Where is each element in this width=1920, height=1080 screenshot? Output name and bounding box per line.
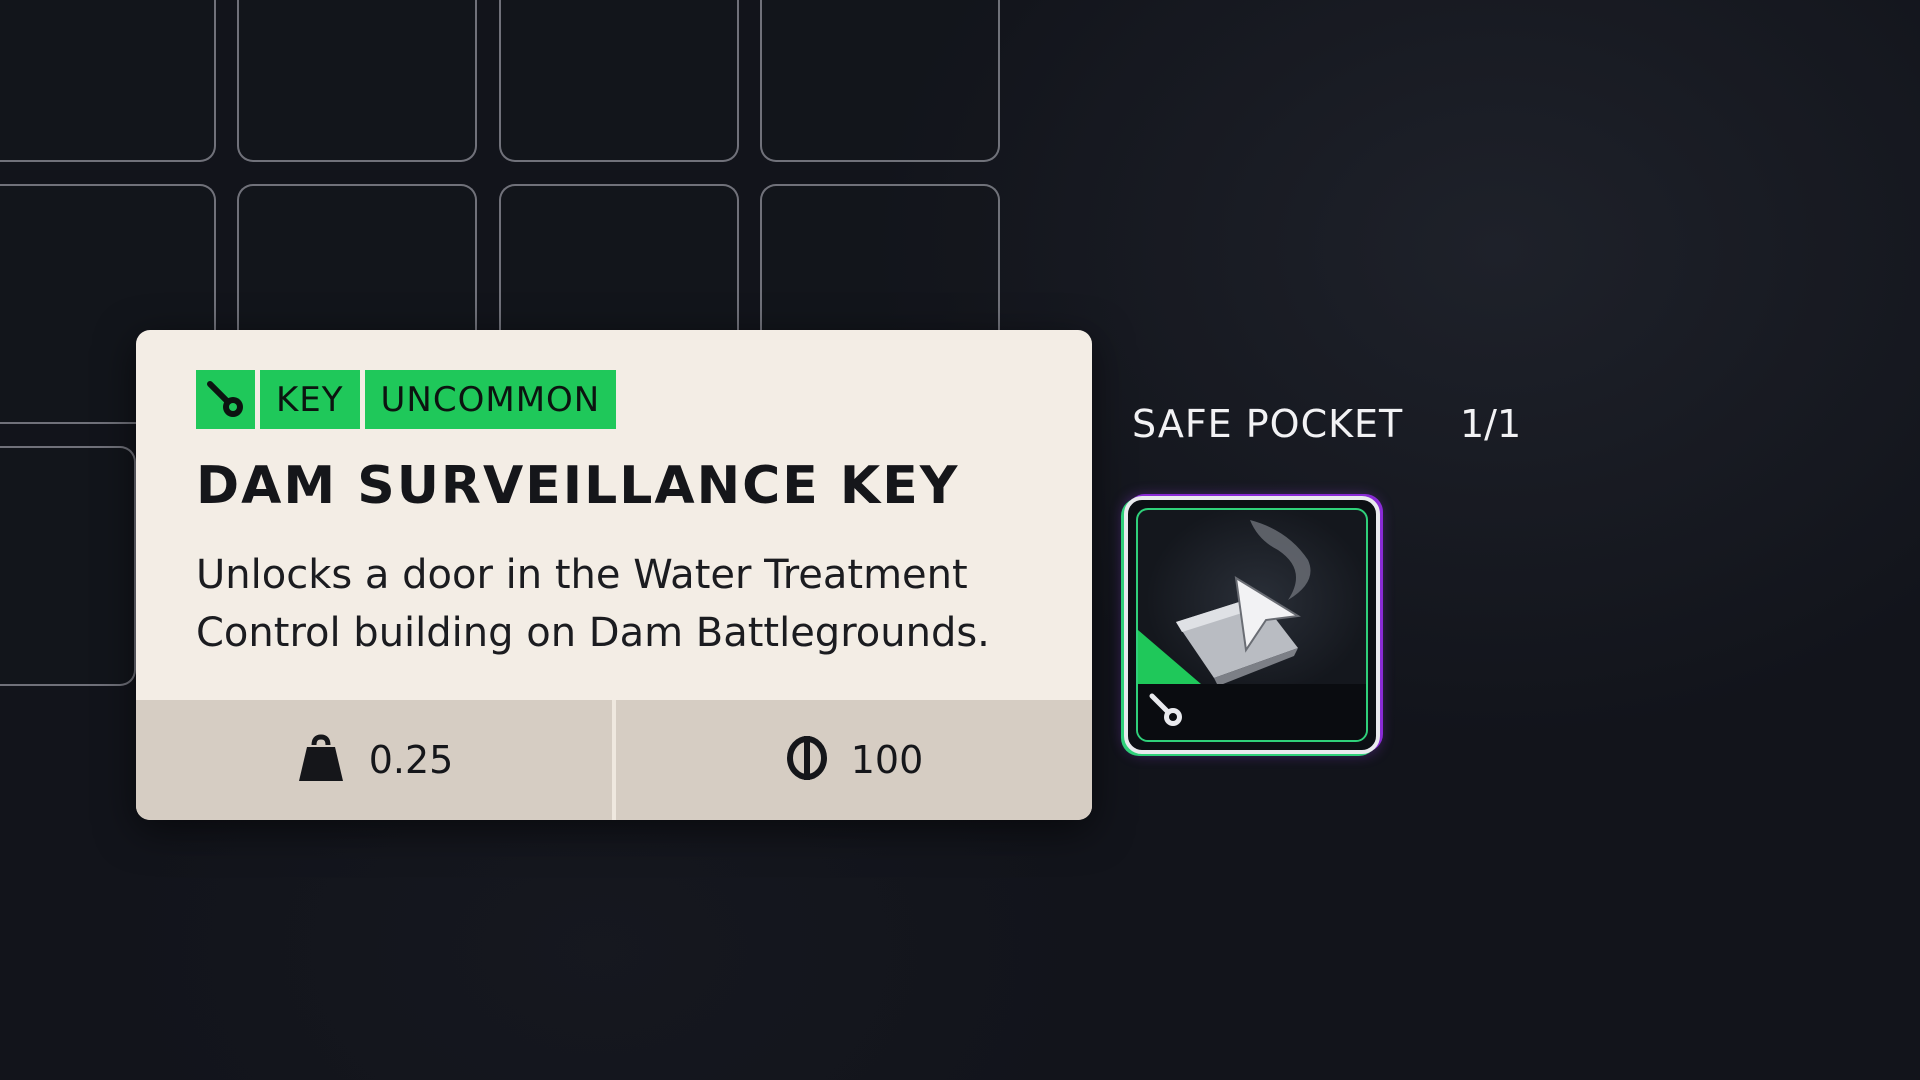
inventory-slot[interactable] — [499, 0, 739, 162]
value-amount: 100 — [850, 738, 924, 782]
mouse-cursor-icon — [1234, 576, 1301, 653]
weight-value: 0.25 — [368, 738, 454, 782]
rarity-tag: UNCOMMON — [364, 370, 617, 429]
weight-icon — [295, 733, 347, 787]
coin-icon — [785, 734, 829, 786]
category-tag: KEY — [260, 370, 360, 429]
item-description: Unlocks a door in the Water Treatment Co… — [196, 552, 990, 656]
safe-pocket-footer — [1138, 684, 1366, 740]
key-icon — [196, 370, 255, 429]
value-stat: 100 — [616, 700, 1092, 820]
item-stats: 0.25 100 — [136, 700, 1092, 820]
inventory-slot[interactable] — [760, 0, 1000, 162]
safe-pocket-count: 1/1 — [1460, 402, 1522, 446]
item-tooltip: KEY UNCOMMON DAM SURVEILLANCE KEY Unlock… — [136, 330, 1092, 820]
inventory-slot[interactable] — [237, 0, 477, 162]
item-tags: KEY UNCOMMON — [196, 370, 617, 429]
inventory-screen: KEY UNCOMMON DAM SURVEILLANCE KEY Unlock… — [0, 0, 1920, 1080]
safe-pocket-label: SAFE POCKET — [1132, 402, 1404, 446]
item-name: DAM SURVEILLANCE KEY — [196, 456, 960, 516]
inventory-slot[interactable] — [0, 446, 136, 686]
weight-stat: 0.25 — [136, 700, 612, 820]
inventory-slot[interactable] — [0, 0, 216, 162]
key-icon — [1149, 693, 1182, 726]
